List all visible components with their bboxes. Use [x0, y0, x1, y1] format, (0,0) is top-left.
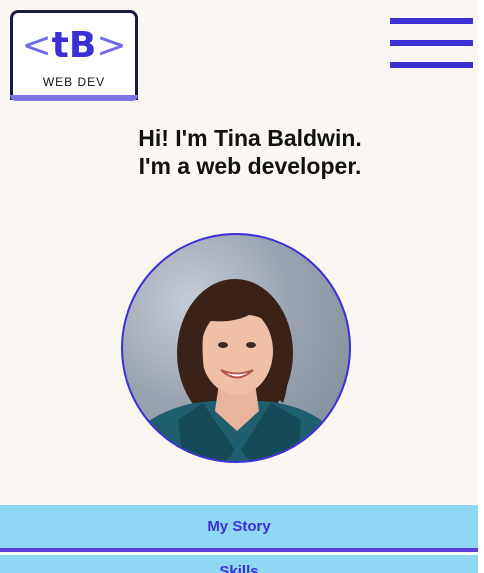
site-logo[interactable]: <tB> WEB DEV: [10, 10, 138, 101]
logo-subtitle: WEB DEV: [42, 75, 106, 89]
hamburger-line: [390, 40, 473, 46]
logo-close-angle: >: [96, 25, 127, 66]
logo-initials: tB: [51, 25, 97, 66]
profile-photo: [121, 233, 351, 463]
nav-divider: [0, 548, 478, 552]
intro-line-role: I'm a web developer.: [138, 153, 362, 179]
nav-item-skills[interactable]: Skills: [0, 555, 478, 573]
hamburger-line: [390, 62, 473, 68]
logo-mark: <tB>: [13, 27, 135, 65]
hamburger-line: [390, 18, 473, 24]
scrollbar-track[interactable]: [478, 0, 484, 573]
hamburger-menu-icon[interactable]: [390, 18, 473, 70]
intro-heading: Hi! I'm Tina Baldwin. I'm a web develope…: [0, 124, 478, 180]
page: <tB> WEB DEV Hi! I'm Tina Baldwin. I'm a…: [0, 0, 478, 573]
logo-underline: [10, 95, 138, 101]
intro-line-name: Hi! I'm Tina Baldwin.: [138, 125, 362, 151]
profile-photo-illustration: [134, 279, 344, 461]
logo-open-angle: <: [21, 25, 52, 66]
nav-item-my-story[interactable]: My Story: [0, 505, 478, 548]
